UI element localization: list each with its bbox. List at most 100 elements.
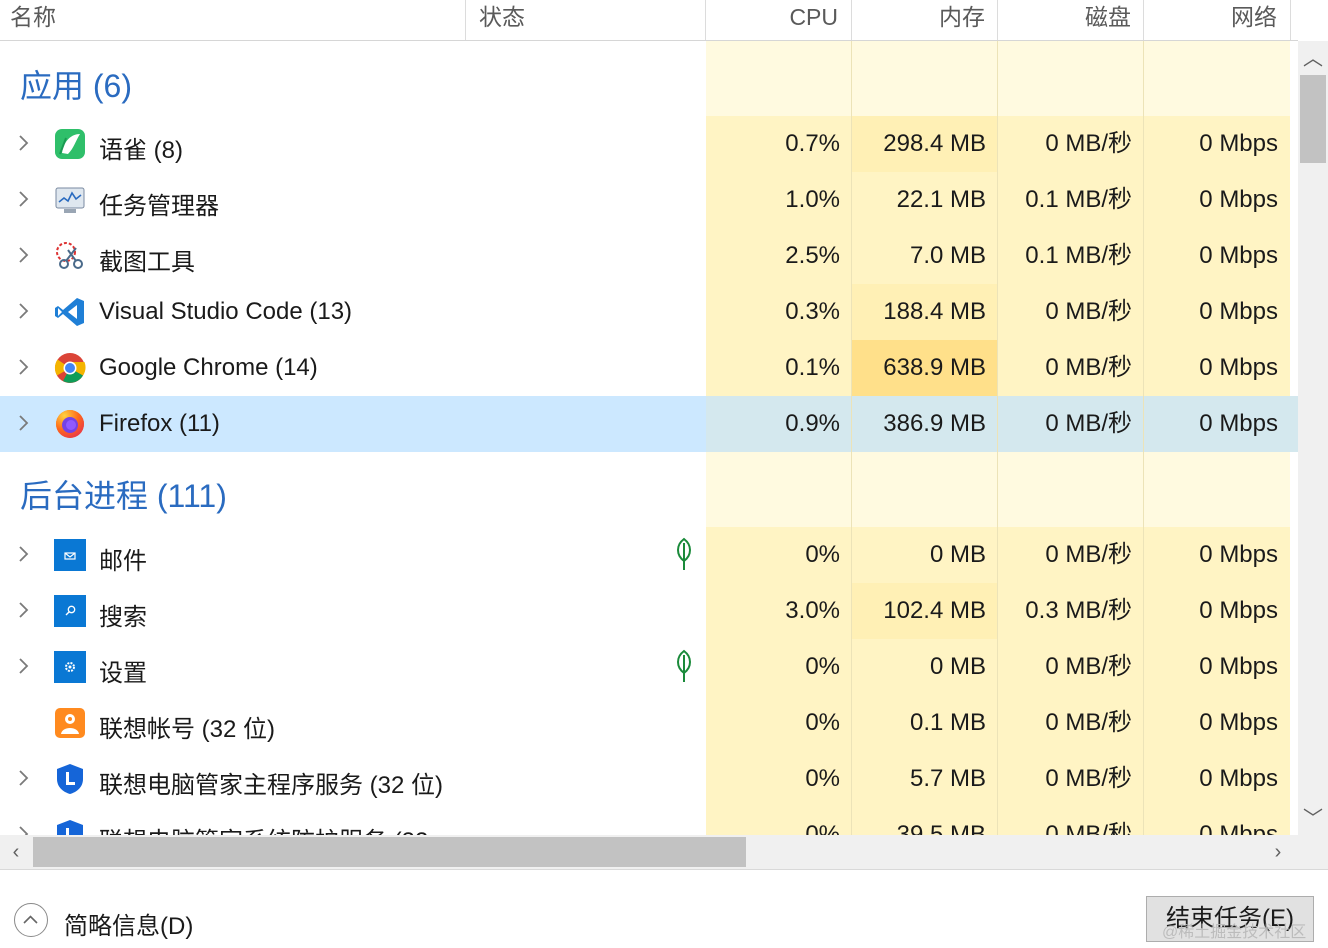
process-row[interactable]: 任务管理器 1.0% 22.1 MB 0.1 MB/秒 0 Mbps [0,172,1298,228]
disk-value: 0 MB/秒 [1045,709,1132,736]
efficiency-leaf-icon [672,649,696,683]
cpu-value: 0.9% [785,410,840,437]
process-row[interactable]: Google Chrome (14) 0.1% 638.9 MB 0 MB/秒 0 Mb… [0,340,1298,396]
yuque-icon [54,128,86,160]
process-row[interactable]: 截图工具 2.5% 7.0 MB 0.1 MB/秒 0 Mbps [0,228,1298,284]
process-row[interactable]: Firefox (11) 0.9% 386.9 MB 0 MB/秒 0 Mbps [0,396,1298,452]
process-row[interactable]: 邮件 0% 0 MB 0 MB/秒 0 Mbps [0,527,1298,583]
process-name: 搜索 [99,604,147,631]
memory-value: 0.1 MB [909,709,986,736]
memory-value: 39.5 MB [896,821,986,835]
disk-value: 0.1 MB/秒 [1025,242,1132,269]
scrollbar-corner [1298,835,1328,869]
memory-value: 298.4 MB [883,130,986,157]
process-name: 联想电脑管家主程序服务 (32 位) [99,772,444,799]
network-value: 0 Mbps [1199,653,1278,680]
scroll-right-icon[interactable]: › [1268,842,1288,862]
vertical-scroll-thumb[interactable] [1300,75,1326,163]
process-name: Visual Studio Code (13) [99,298,353,325]
group-header-background[interactable]: 后台进程 (111) [0,451,1298,535]
column-header-bar: 名称 状态 CPU 内存 磁盘 网络 [0,0,1298,41]
process-row[interactable]: 联想电脑管家系统防护服务 (32 0% 39.5 MB 0 MB/秒 0 Mbps [0,807,1298,835]
cpu-value: 3.0% [785,597,840,624]
network-value: 0 Mbps [1199,130,1278,157]
mail-icon [54,539,86,571]
chrome-icon [54,352,86,384]
column-divider [1143,41,1144,835]
disk-value: 0.1 MB/秒 [1025,186,1132,213]
column-divider [997,41,998,835]
process-row[interactable]: 设置 0% 0 MB 0 MB/秒 0 Mbps [0,639,1298,695]
settings-icon [54,651,86,683]
expand-chevron-icon[interactable] [16,300,32,322]
cpu-value: 0.1% [785,354,840,381]
column-header-disk[interactable]: 磁盘 [998,0,1131,40]
process-row[interactable]: Visual Studio Code (13) 0.3% 188.4 MB 0 MB/… [0,284,1298,340]
collapse-chevron-icon[interactable] [14,903,48,937]
group-header-apps[interactable]: 应用 (6) [0,41,1298,125]
process-name: 截图工具 [99,249,195,276]
expand-chevron-icon[interactable] [16,412,32,434]
expand-chevron-icon[interactable] [16,599,32,621]
expand-chevron-icon[interactable] [16,188,32,210]
memory-value: 0 MB [929,541,986,568]
column-divider[interactable] [465,0,466,40]
search-icon [54,595,86,627]
column-divider [851,41,852,835]
disk-value: 0 MB/秒 [1045,541,1132,568]
memory-value: 638.9 MB [883,354,986,381]
column-header-network[interactable]: 网络 [1144,0,1277,40]
disk-value: 0 MB/秒 [1045,653,1132,680]
fewer-details-link[interactable]: 简略信息(D) [64,906,193,941]
scroll-down-icon[interactable]: ﹀ [1303,809,1323,829]
expand-chevron-icon[interactable] [16,244,32,266]
process-name: 联想电脑管家系统防护服务 (32 [99,821,428,835]
expand-chevron-icon[interactable] [16,655,32,677]
process-row[interactable]: 联想帐号 (32 位) 0% 0.1 MB 0 MB/秒 0 Mbps [0,695,1298,751]
horizontal-scrollbar[interactable]: ‹ › [0,835,1298,869]
footer-bar: 简略信息(D) 结束任务(E) [0,869,1328,948]
efficiency-leaf-icon [672,537,696,571]
column-header-memory[interactable]: 内存 [852,0,985,40]
process-name: Google Chrome (14) [99,354,318,381]
network-value: 0 Mbps [1199,354,1278,381]
column-header-status[interactable]: 状态 [479,0,525,40]
process-list: 应用 (6) 语雀 (8) 0.7% 298.4 MB 0 MB/秒 0 Mbps 任务管… [0,41,1298,835]
network-value: 0 Mbps [1199,821,1278,835]
network-value: 0 Mbps [1199,541,1278,568]
memory-value: 5.7 MB [909,765,986,792]
cpu-value: 1.0% [785,186,840,213]
cpu-value: 2.5% [785,242,840,269]
expand-chevron-icon[interactable] [16,543,32,565]
column-header-cpu[interactable]: CPU [706,0,838,40]
horizontal-scroll-thumb[interactable] [33,837,746,867]
cpu-value: 0% [805,765,840,792]
process-row[interactable]: 联想电脑管家主程序服务 (32 位) 0% 5.7 MB 0 MB/秒 0 Mbps [0,751,1298,807]
vertical-scrollbar[interactable]: ︿ ﹀ [1298,41,1328,835]
column-header-name[interactable]: 名称 [10,0,56,40]
memory-value: 7.0 MB [909,242,986,269]
watermark: @稀土掘金技术社区 [1162,924,1307,941]
expand-chevron-icon[interactable] [16,767,32,789]
lenovo-protect-icon [54,819,86,835]
disk-value: 0 MB/秒 [1045,765,1132,792]
process-name: 任务管理器 [99,193,219,220]
task-manager-icon [54,184,86,216]
scroll-left-icon[interactable]: ‹ [6,842,26,862]
disk-value: 0.3 MB/秒 [1025,597,1132,624]
expand-chevron-icon[interactable] [16,132,32,154]
network-value: 0 Mbps [1199,709,1278,736]
process-name: 语雀 (8) [99,137,183,164]
process-row[interactable]: 语雀 (8) 0.7% 298.4 MB 0 MB/秒 0 Mbps [0,116,1298,172]
network-value: 0 Mbps [1199,597,1278,624]
process-row[interactable]: 搜索 3.0% 102.4 MB 0.3 MB/秒 0 Mbps [0,583,1298,639]
expand-chevron-icon[interactable] [16,356,32,378]
column-divider[interactable] [1290,0,1291,40]
expand-chevron-icon[interactable] [16,823,32,835]
group-title: 后台进程 (111) [20,478,227,514]
scroll-up-icon[interactable]: ︿ [1303,49,1323,69]
firefox-icon [54,408,86,440]
snipping-tool-icon [54,240,86,272]
cpu-value: 0.7% [785,130,840,157]
memory-value: 102.4 MB [883,597,986,624]
